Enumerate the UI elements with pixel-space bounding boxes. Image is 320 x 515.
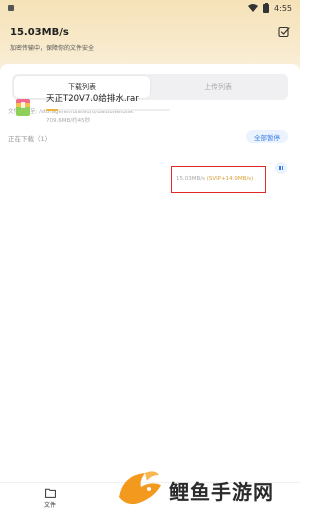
nav-files-label: 文件 [43,502,56,509]
transfer-card: 下载列表 上传列表 文件下载至: /storage/emulated/0/Bai… [0,64,300,515]
base-speed: 15.03MB/s [176,176,205,182]
watermark-text: 鲤鱼手游网 [169,480,274,504]
encryption-subtitle: 加密传输中，保障你的文件安全 [10,45,95,52]
folder-icon [44,488,56,498]
download-meta: 709.6MB/约45秒 [46,118,91,124]
notification-icon [8,5,14,11]
edit-select-icon[interactable] [278,26,290,38]
watermark: 鲤鱼手游网 [113,466,298,510]
nav-files[interactable]: 文件 [38,488,62,509]
carp-logo-icon [119,471,161,505]
status-time: 4:55 [274,3,292,13]
pause-icon-bar-right [281,166,283,170]
total-speed: 15.03MB/s [10,27,69,38]
pause-icon-bar-left [279,166,281,170]
download-progress-bar [46,109,170,111]
status-bar: 4:55 [0,0,300,16]
battery-icon [263,2,270,13]
downloading-section-title: 正在下载（1） [8,135,52,143]
pause-download-button[interactable] [275,162,287,174]
progress-fill [46,109,59,111]
pause-all-button[interactable]: 全部暂停 [246,130,288,143]
download-file-name[interactable]: 天正T20V7.0给排水.rar [46,92,139,104]
wifi-icon [248,4,259,12]
download-speed: 15.03MB/s (SVIP+14.9MB/s) [176,176,253,182]
rar-file-icon [16,99,30,116]
tab-upload-list[interactable]: 上传列表 [150,76,286,98]
svip-speed-boost: (SVIP+14.9MB/s) [206,176,254,182]
